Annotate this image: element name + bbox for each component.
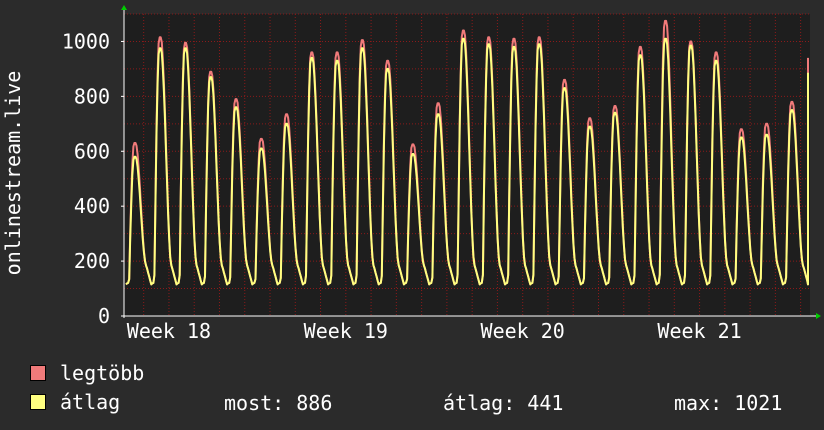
y-tick-label: 800 bbox=[74, 84, 110, 108]
legend-label-avg: átlag bbox=[60, 390, 121, 414]
legend-swatch-avg bbox=[30, 394, 46, 410]
x-tick-label: Week 19 bbox=[304, 319, 388, 343]
stat-now: most: 886 bbox=[224, 391, 333, 415]
stat-avg: átlag: 441 bbox=[443, 391, 564, 415]
x-tick-label: Week 21 bbox=[657, 319, 741, 343]
legend-label-max: legtöbb bbox=[60, 361, 145, 385]
x-tick-label: Week 18 bbox=[127, 319, 211, 343]
stat-max: max: 1021 bbox=[674, 391, 783, 415]
legend-item-avg: átlag bbox=[30, 390, 121, 414]
y-axis-arrow bbox=[121, 5, 127, 10]
y-tick-label: 200 bbox=[74, 249, 110, 273]
y-axis-label: onlinestream.live bbox=[1, 71, 25, 276]
legend-swatch-max bbox=[30, 365, 46, 381]
y-tick-label: 1000 bbox=[62, 29, 110, 53]
y-tick-label: 0 bbox=[98, 304, 110, 328]
x-axis-arrow bbox=[816, 313, 821, 319]
y-tick-label: 600 bbox=[74, 139, 110, 163]
x-tick-label: Week 20 bbox=[481, 319, 565, 343]
y-tick-label: 400 bbox=[74, 194, 110, 218]
legend-item-max: legtöbb bbox=[30, 361, 145, 385]
